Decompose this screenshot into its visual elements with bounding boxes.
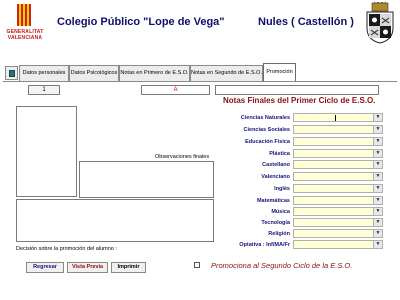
tab-notas-primero[interactable]: Notas en Primero de E.S.O.: [119, 65, 190, 81]
group-field[interactable]: A: [141, 85, 210, 95]
grade-select-educacion-fisica[interactable]: ▼: [293, 137, 383, 146]
chevron-down-icon[interactable]: ▼: [373, 161, 382, 168]
back-button[interactable]: Regresar: [26, 262, 64, 273]
text-cursor-icon: [335, 115, 336, 121]
chevron-down-icon[interactable]: ▼: [373, 208, 382, 215]
photo-frame: [16, 106, 77, 197]
grade-select-plastica[interactable]: ▼: [293, 149, 383, 158]
observations-textarea[interactable]: [79, 161, 214, 198]
print-button[interactable]: Imprimir: [111, 262, 146, 273]
student-name-field[interactable]: [215, 85, 379, 95]
subject-label-plastica: Plástica: [269, 151, 290, 157]
grade-select-tecnologia[interactable]: ▼: [293, 218, 383, 227]
chevron-down-icon[interactable]: ▼: [373, 219, 382, 226]
subject-label-ingles: Inglés: [274, 186, 290, 192]
school-name: Colegio Público "Lope de Vega": [57, 16, 225, 28]
tab-notas-segundo[interactable]: Notas en Segundo de E.S.O.: [190, 65, 263, 81]
book-icon: [9, 70, 15, 77]
tab-divider: [3, 81, 397, 82]
grade-select-castellano[interactable]: ▼: [293, 160, 383, 169]
record-number-field[interactable]: 1: [28, 85, 60, 95]
subject-label-religion: Religión: [268, 231, 290, 237]
chevron-down-icon[interactable]: ▼: [373, 185, 382, 192]
decision-label: Decisión sobre la promoción del alumno :: [16, 246, 117, 252]
logo-line-2: VALENCIANA: [7, 35, 43, 41]
nules-crest-icon: [364, 0, 396, 44]
subject-label-tecnologia: Tecnología: [261, 220, 290, 226]
promote-label: Promociona al Segundo Ciclo de la E.S.O.: [211, 261, 353, 270]
grade-select-matematicas[interactable]: ▼: [293, 196, 383, 205]
grade-select-ciencias-naturales[interactable]: ▼: [293, 113, 383, 122]
grade-select-ingles[interactable]: ▼: [293, 184, 383, 193]
chevron-down-icon[interactable]: ▼: [373, 173, 382, 180]
chevron-down-icon[interactable]: ▼: [373, 138, 382, 145]
chevron-down-icon[interactable]: ▼: [373, 114, 382, 121]
tab-datos-personales[interactable]: Datos personales: [19, 65, 69, 81]
logo-bars-icon: [17, 4, 31, 26]
preview-button[interactable]: Vista Previa: [67, 262, 108, 273]
promote-checkbox[interactable]: [194, 262, 200, 268]
observations-label: Observaciones finales: [155, 154, 210, 160]
decision-textarea[interactable]: [16, 199, 214, 242]
generalitat-logo: GENERALITAT VALENCIANA: [4, 4, 46, 50]
grade-select-religion[interactable]: ▼: [293, 229, 383, 238]
grade-select-optativa[interactable]: ▼: [293, 240, 383, 249]
tab-promocion[interactable]: Promoción: [263, 63, 296, 81]
chevron-down-icon[interactable]: ▼: [373, 197, 382, 204]
tab-datos-psicologicos[interactable]: Datos Psicológicos: [69, 65, 119, 81]
subject-label-valenciano: Valenciano: [261, 174, 290, 180]
grade-select-ciencias-sociales[interactable]: ▼: [293, 125, 383, 134]
chevron-down-icon[interactable]: ▼: [373, 230, 382, 237]
section-title: Notas Finales del Primer Ciclo de E.S.O.: [223, 96, 376, 105]
town-name: Nules ( Castellón ): [258, 16, 354, 28]
subject-label-educacion-fisica: Educación Física: [245, 139, 290, 145]
chevron-down-icon[interactable]: ▼: [373, 241, 382, 248]
subject-label-musica: Música: [271, 209, 290, 215]
subject-label-ciencias-sociales: Ciencias Sociales: [243, 127, 290, 133]
grade-select-musica[interactable]: ▼: [293, 207, 383, 216]
chevron-down-icon[interactable]: ▼: [373, 126, 382, 133]
chevron-down-icon[interactable]: ▼: [373, 150, 382, 157]
tab-book-icon[interactable]: [5, 66, 18, 80]
subject-label-castellano: Castellano: [262, 162, 290, 168]
grade-select-valenciano[interactable]: ▼: [293, 172, 383, 181]
subject-label-ciencias-naturales: Ciencias Naturales: [240, 115, 290, 121]
subject-label-matematicas: Matemáticas: [256, 198, 290, 204]
subject-label-optativa: Optativa : Inf/MA/Fr: [239, 242, 290, 248]
